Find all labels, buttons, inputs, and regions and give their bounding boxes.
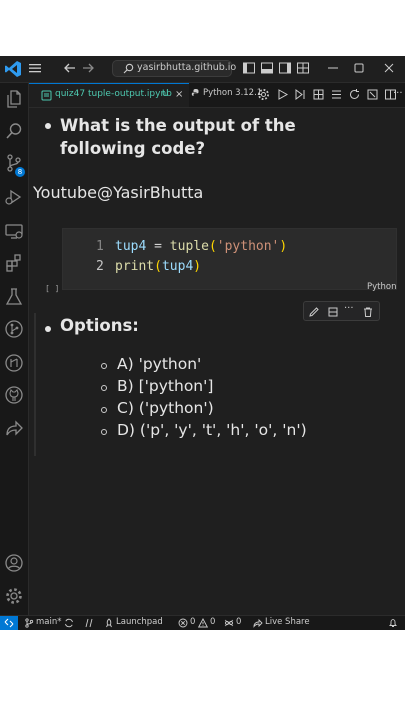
search-view-icon[interactable] <box>4 121 24 141</box>
status-bar: main* Launchpad 0 0 0 Live Share <box>0 615 405 630</box>
git-graph-icon[interactable] <box>4 319 24 339</box>
split-cell-icon[interactable] <box>327 306 339 318</box>
source-control-badge: 8 <box>15 167 25 177</box>
remote-indicator[interactable] <box>0 616 18 630</box>
question-bullet <box>45 123 51 129</box>
options-bullet <box>45 326 51 332</box>
vscode-window: yasirbhutta.github.io 8 quiz47 tuple-out… <box>0 56 405 630</box>
code-string-literal: 'python' <box>216 239 280 254</box>
run-cell-icon[interactable] <box>294 88 307 101</box>
launchpad-rocket-icon <box>106 618 112 628</box>
code-line-2[interactable]: print(tup4) <box>115 259 201 274</box>
error-count[interactable]: 0 <box>190 617 195 627</box>
title-bar: yasirbhutta.github.io <box>0 56 405 83</box>
toggle-panel-icon[interactable] <box>260 61 274 75</box>
notebook-editor: What is the output of the following code… <box>29 108 405 615</box>
search-icon <box>123 63 134 74</box>
back-arrow-icon[interactable] <box>62 60 78 76</box>
tab-quiz47-notebook[interactable]: quiz47 tuple-output.ipynb U × <box>29 83 189 107</box>
cell-focus-bar <box>34 313 36 456</box>
python-kernel-icon <box>191 89 199 96</box>
notifications-bell-icon[interactable] <box>388 618 398 628</box>
settings-gear-icon[interactable] <box>4 586 24 606</box>
option-bullet-c <box>101 407 107 413</box>
command-center-search[interactable]: yasirbhutta.github.io <box>112 60 236 77</box>
untracked-flag: U <box>162 89 169 99</box>
code-line-1[interactable]: tup4 = tuple('python') <box>115 239 287 254</box>
settings-icon[interactable] <box>257 88 270 101</box>
video-top-band <box>0 0 405 56</box>
live-share-status-icon <box>253 618 263 628</box>
toggle-secondary-sidebar-icon[interactable] <box>278 61 292 75</box>
branch-icon <box>25 618 34 628</box>
extensions-icon[interactable] <box>4 253 24 273</box>
run-debug-icon[interactable] <box>4 187 24 207</box>
tab-close-icon[interactable]: × <box>175 89 183 100</box>
cell-more-icon[interactable]: ··· <box>344 303 354 314</box>
options-title: Options: <box>60 316 139 335</box>
remote-explorer-icon[interactable] <box>4 221 24 241</box>
line-number-1: 1 <box>96 239 104 254</box>
toggle-primary-sidebar-icon[interactable] <box>242 61 256 75</box>
code-cell[interactable]: 1 tup4 = tuple('python') 2 print(tup4) <box>62 228 397 290</box>
warning-count[interactable]: 0 <box>210 617 215 627</box>
option-a: A) 'python' <box>117 355 202 373</box>
cell-language[interactable]: Python <box>367 282 396 292</box>
search-text: yasirbhutta.github.io <box>137 62 237 73</box>
account-icon[interactable] <box>4 553 24 573</box>
option-c: C) ('python') <box>117 399 214 417</box>
customize-layout-icon[interactable] <box>296 61 310 75</box>
python-env-icon[interactable] <box>84 618 94 628</box>
execution-count: [ ] <box>45 284 60 293</box>
live-share-label[interactable]: Live Share <box>265 617 310 627</box>
tab-label: quiz47 tuple-output.ipynb <box>55 89 172 99</box>
option-b: B) ['python'] <box>117 377 214 395</box>
explorer-icon[interactable] <box>4 89 24 109</box>
channel-text: Youtube@YasirBhutta <box>33 183 204 202</box>
vscode-logo-icon <box>5 61 21 77</box>
option-d: D) ('p', 'y', 't', 'h', 'o', 'n') <box>117 421 307 439</box>
branch-name[interactable]: main* <box>36 617 62 627</box>
gitlens-icon[interactable] <box>4 353 24 373</box>
clear-outputs-icon[interactable] <box>366 88 379 101</box>
kernel-picker[interactable]: Python 3.12.1 <box>203 88 262 98</box>
variables-icon[interactable] <box>312 88 325 101</box>
run-all-icon[interactable] <box>276 88 289 101</box>
option-bullet-b <box>101 385 107 391</box>
ports-icon <box>224 619 234 627</box>
sync-icon[interactable] <box>64 618 74 628</box>
cell-toolbar: ··· <box>303 301 380 321</box>
ports-count[interactable]: 0 <box>236 617 241 627</box>
menu-icon[interactable] <box>28 61 42 75</box>
error-icon <box>178 618 188 628</box>
close-window-icon[interactable] <box>382 61 396 75</box>
activity-bar: 8 <box>0 83 29 615</box>
maximize-icon[interactable] <box>352 61 366 75</box>
minimize-icon[interactable] <box>326 61 340 75</box>
more-actions-icon[interactable]: ··· <box>393 88 403 99</box>
editor-tab-bar: quiz47 tuple-output.ipynb U × Python 3.1… <box>29 83 405 108</box>
launchpad-label[interactable]: Launchpad <box>116 617 163 627</box>
edit-pencil-icon[interactable] <box>308 306 320 318</box>
line-number-2: 2 <box>96 259 104 274</box>
warning-icon <box>198 618 208 628</box>
forward-arrow-icon[interactable] <box>80 60 96 76</box>
outline-icon[interactable] <box>330 88 343 101</box>
github-icon[interactable] <box>4 385 24 405</box>
video-bottom-band <box>0 630 405 720</box>
notebook-file-icon <box>41 90 52 101</box>
option-bullet-a <box>101 363 107 369</box>
testing-flask-icon[interactable] <box>4 287 24 307</box>
restart-kernel-icon[interactable] <box>348 88 361 101</box>
delete-trash-icon[interactable] <box>362 306 374 318</box>
option-bullet-d <box>101 429 107 435</box>
question-text: What is the output of the following code… <box>60 116 296 158</box>
remote-icon <box>4 618 14 628</box>
live-share-icon[interactable] <box>4 419 24 439</box>
